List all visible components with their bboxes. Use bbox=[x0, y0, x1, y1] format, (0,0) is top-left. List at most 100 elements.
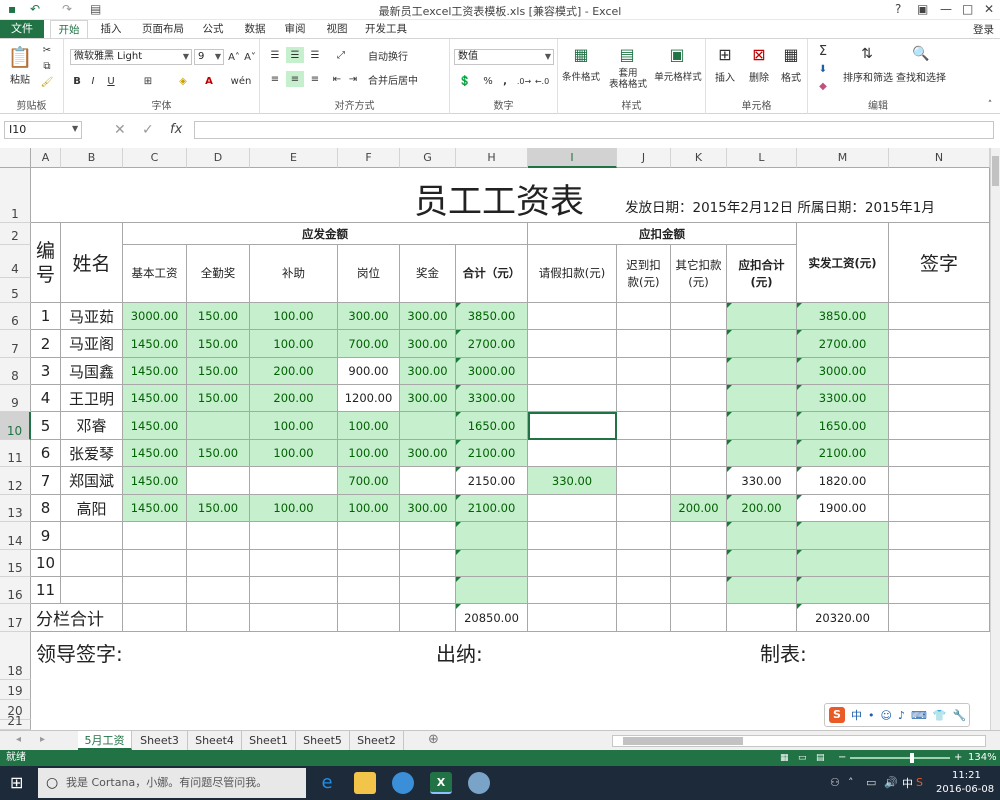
tray-chevron-icon[interactable]: ˄ bbox=[848, 776, 854, 789]
cell-e10[interactable]: 100.00 bbox=[250, 412, 338, 440]
decrease-decimal-icon[interactable]: ←.0 bbox=[534, 73, 550, 89]
sheet-tab-sheet4[interactable]: Sheet4 bbox=[188, 731, 242, 750]
cell-g7[interactable]: 300.00 bbox=[400, 330, 456, 358]
row-header-11[interactable]: 11 bbox=[0, 440, 31, 467]
cell-b6[interactable]: 马亚茹 bbox=[61, 303, 123, 330]
vertical-scrollbar[interactable] bbox=[990, 148, 1000, 730]
autosum-icon[interactable]: Σ bbox=[814, 43, 832, 59]
cell-f14[interactable] bbox=[338, 522, 400, 550]
cell-n10[interactable] bbox=[889, 412, 990, 440]
cell-j10[interactable] bbox=[617, 412, 671, 440]
currency-icon[interactable]: 💲 bbox=[454, 73, 476, 89]
cell-h10[interactable]: 1650.00 bbox=[456, 412, 528, 440]
cell-c16[interactable] bbox=[123, 577, 187, 604]
col-header-j[interactable]: J bbox=[617, 148, 671, 168]
cell-d10[interactable] bbox=[187, 412, 250, 440]
row-header-13[interactable]: 13 bbox=[0, 495, 31, 522]
find-select-button[interactable]: 查找和选择 bbox=[894, 69, 948, 84]
h-scroll-thumb[interactable] bbox=[623, 737, 743, 745]
cell-a15[interactable]: 10 bbox=[31, 550, 61, 577]
page-break-view-icon[interactable]: ▤ bbox=[816, 750, 825, 766]
align-left-icon[interactable]: ≡ bbox=[266, 71, 284, 87]
subtotal-payable[interactable]: 20850.00 bbox=[456, 604, 528, 632]
cell-d12[interactable] bbox=[187, 467, 250, 495]
cell-i9[interactable] bbox=[528, 385, 617, 412]
cell-c12[interactable]: 1450.00 bbox=[123, 467, 187, 495]
cell-m14[interactable] bbox=[797, 522, 889, 550]
punct-icon[interactable]: • bbox=[868, 709, 875, 722]
tab-page-layout[interactable]: 页面布局 bbox=[134, 20, 192, 38]
cell-k9[interactable] bbox=[671, 385, 727, 412]
cell-d6[interactable]: 150.00 bbox=[187, 303, 250, 330]
cell-i8[interactable] bbox=[528, 358, 617, 385]
tab-view[interactable]: 视图 bbox=[318, 20, 356, 38]
maximize-button[interactable]: □ bbox=[962, 2, 973, 16]
cell-g9[interactable]: 300.00 bbox=[400, 385, 456, 412]
format-cells-icon[interactable]: ▦ bbox=[780, 43, 802, 65]
col-header-m[interactable]: M bbox=[797, 148, 889, 168]
cancel-icon[interactable]: ✕ bbox=[114, 122, 126, 138]
formula-input[interactable] bbox=[194, 121, 994, 139]
tab-insert[interactable]: 插入 bbox=[92, 20, 130, 38]
format-painter-icon[interactable]: 🖌 bbox=[40, 75, 54, 89]
cell-k15[interactable] bbox=[671, 550, 727, 577]
cell-j17[interactable] bbox=[617, 604, 671, 632]
zoom-slider-handle[interactable] bbox=[910, 753, 914, 763]
copy-icon[interactable]: ⧉ bbox=[40, 59, 54, 73]
cell-m7[interactable]: 2700.00 bbox=[797, 330, 889, 358]
cell-j12[interactable] bbox=[617, 467, 671, 495]
cell-j7[interactable] bbox=[617, 330, 671, 358]
cell-k8[interactable] bbox=[671, 358, 727, 385]
row-header-4[interactable]: 4 bbox=[0, 245, 31, 278]
cell-a14[interactable]: 9 bbox=[31, 522, 61, 550]
cell-l11[interactable] bbox=[727, 440, 797, 467]
cell-k7[interactable] bbox=[671, 330, 727, 358]
conditional-format-icon[interactable]: ▦ bbox=[570, 43, 592, 65]
tab-data[interactable]: 数据 bbox=[236, 20, 274, 38]
cell-n16[interactable] bbox=[889, 577, 990, 604]
cell-h12[interactable]: 2150.00 bbox=[456, 467, 528, 495]
cell-l12[interactable]: 330.00 bbox=[727, 467, 797, 495]
help-button[interactable]: ? bbox=[895, 2, 901, 16]
add-sheet-icon[interactable]: ⊕ bbox=[428, 732, 439, 747]
tray-ime-label[interactable]: 中 bbox=[902, 775, 913, 791]
cell-g8[interactable]: 300.00 bbox=[400, 358, 456, 385]
phonetic-button[interactable]: wén bbox=[228, 73, 254, 89]
cell-j9[interactable] bbox=[617, 385, 671, 412]
cell-c8[interactable]: 1450.00 bbox=[123, 358, 187, 385]
prev-sheet-icon[interactable]: ◂ bbox=[16, 734, 21, 745]
cell-c11[interactable]: 1450.00 bbox=[123, 440, 187, 467]
row-header-21[interactable]: 21 bbox=[0, 714, 31, 730]
cell-i11[interactable] bbox=[528, 440, 617, 467]
row-header-18[interactable]: 18 bbox=[0, 632, 31, 680]
insert-function-button[interactable]: fx bbox=[170, 122, 182, 137]
increase-decimal-icon[interactable]: .0→ bbox=[516, 73, 532, 89]
subheader-4[interactable]: 岗位 bbox=[338, 245, 400, 303]
normal-view-icon[interactable]: ▦ bbox=[780, 750, 789, 766]
row-header-15[interactable]: 15 bbox=[0, 550, 31, 577]
cell-k14[interactable] bbox=[671, 522, 727, 550]
cell-j14[interactable] bbox=[617, 522, 671, 550]
windows-start-icon[interactable]: ⊞ bbox=[10, 773, 23, 792]
select-all-corner[interactable] bbox=[0, 148, 31, 168]
cell-d8[interactable]: 150.00 bbox=[187, 358, 250, 385]
number-format-combo[interactable]: 数值 ▼ bbox=[454, 49, 554, 65]
close-button[interactable]: ✕ bbox=[984, 2, 994, 16]
cell-b15[interactable] bbox=[61, 550, 123, 577]
cell-m6[interactable]: 3850.00 bbox=[797, 303, 889, 330]
percent-button[interactable]: % bbox=[480, 73, 496, 89]
cell-j8[interactable] bbox=[617, 358, 671, 385]
subheader-7[interactable]: 请假扣款(元) bbox=[528, 245, 617, 303]
cell-n6[interactable] bbox=[889, 303, 990, 330]
sheet-tab-sheet3[interactable]: Sheet3 bbox=[132, 731, 188, 750]
title-row[interactable]: 员工工资表 发放日期：2015年2月12日 所属日期：2015年1月 bbox=[31, 168, 990, 223]
comma-button[interactable]: , bbox=[498, 73, 512, 89]
cell-l13[interactable]: 200.00 bbox=[727, 495, 797, 522]
cell-a9[interactable]: 4 bbox=[31, 385, 61, 412]
sort-filter-icon[interactable]: ⇅ bbox=[856, 43, 878, 65]
cell-f17[interactable] bbox=[338, 604, 400, 632]
cell-n8[interactable] bbox=[889, 358, 990, 385]
cell-i13[interactable] bbox=[528, 495, 617, 522]
subheader-5[interactable]: 奖金 bbox=[400, 245, 456, 303]
cell-k10[interactable] bbox=[671, 412, 727, 440]
